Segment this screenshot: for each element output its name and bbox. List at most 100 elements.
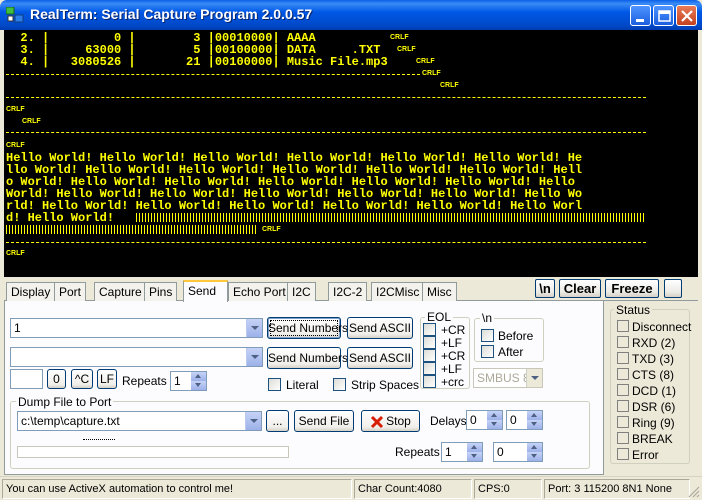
spin-up-icon[interactable] xyxy=(467,443,482,452)
chevron-down-icon[interactable] xyxy=(246,348,262,366)
crlf-marker: CRLF xyxy=(6,106,25,113)
ctrl-c-button[interactable]: ^C xyxy=(71,369,93,389)
smbus-select[interactable]: SMBUS 8 xyxy=(473,368,543,388)
send-ascii-button-1[interactable]: Send ASCII xyxy=(347,317,413,339)
crlf-marker: CRLF xyxy=(416,58,435,65)
resize-grip-icon[interactable] xyxy=(688,486,700,498)
app-icon xyxy=(6,7,24,23)
status-cts-label: CTS (8) xyxy=(632,368,674,382)
eol-lf-checkbox[interactable] xyxy=(423,336,436,349)
send-input-1[interactable]: 1 xyxy=(10,318,263,338)
eol-option: +CR xyxy=(441,323,466,337)
close-icon xyxy=(681,10,693,22)
before-label: Before xyxy=(498,329,534,343)
maximize-button[interactable] xyxy=(653,5,674,26)
tab-display[interactable]: Display xyxy=(6,282,56,301)
status-led xyxy=(617,432,629,444)
status-bar: You can use ActiveX automation to contro… xyxy=(0,476,702,500)
spin-down-icon[interactable] xyxy=(527,452,542,461)
newline-group-title: \n xyxy=(480,311,495,325)
status-dcd-label: DCD (1) xyxy=(632,384,676,398)
chevron-down-icon[interactable] xyxy=(526,369,542,387)
clear-button[interactable]: Clear xyxy=(559,279,601,298)
tab-pins[interactable]: Pins xyxy=(144,282,178,301)
spin-down-icon[interactable] xyxy=(487,420,502,429)
tab-i2c[interactable]: I2C xyxy=(287,282,316,301)
crlf-marker: CRLF xyxy=(440,82,459,89)
separator-line xyxy=(6,97,646,98)
minimize-button[interactable] xyxy=(630,5,651,26)
crlf-marker: CRLF xyxy=(397,46,416,53)
close-button[interactable] xyxy=(676,5,697,26)
after-checkbox[interactable] xyxy=(481,345,494,358)
newline-button[interactable]: \n xyxy=(535,279,555,298)
char-input[interactable] xyxy=(10,369,43,389)
tab-misc[interactable]: Misc xyxy=(422,282,457,301)
extra-button[interactable] xyxy=(664,279,682,298)
send-file-button[interactable]: Send File xyxy=(294,410,354,432)
send-ascii-button-2[interactable]: Send ASCII xyxy=(347,347,413,369)
tab-capture[interactable]: Capture xyxy=(94,282,147,301)
dump-repeats-value-1: 1 xyxy=(445,445,452,459)
eol-option: +CR xyxy=(441,349,466,363)
minimize-icon xyxy=(636,19,644,22)
delay-spinner-2[interactable]: 0 xyxy=(506,410,543,430)
cps-readout: CPS:0 xyxy=(474,479,542,499)
crlf-marker: CRLF xyxy=(22,118,41,125)
dump-progress-bar xyxy=(17,446,289,458)
delay-value-1: 0 xyxy=(470,413,477,427)
zero-button[interactable]: 0 xyxy=(47,369,66,389)
maximize-icon xyxy=(658,10,671,22)
status-led xyxy=(617,400,629,412)
spin-up-icon[interactable] xyxy=(487,411,502,420)
eol-cr2-checkbox[interactable] xyxy=(423,349,436,362)
status-led xyxy=(617,336,629,348)
send-numbers-button-2[interactable]: Send Numbers xyxy=(267,347,348,369)
crlf-marker: CRLF xyxy=(6,250,25,257)
spin-up-icon[interactable] xyxy=(527,443,542,452)
stop-icon xyxy=(370,415,384,429)
send-input-2[interactable] xyxy=(10,347,263,367)
port-info: Port: 3 115200 8N1 None xyxy=(544,479,690,499)
separator-line xyxy=(6,132,646,133)
crlf-marker: CRLF xyxy=(390,34,409,41)
dump-repeats-spinner-1[interactable]: 1 xyxy=(441,442,483,462)
char-count: Char Count:4080 xyxy=(354,479,472,499)
tab-port[interactable]: Port xyxy=(54,282,87,301)
spin-up-icon[interactable] xyxy=(191,372,206,381)
spin-up-icon[interactable] xyxy=(527,411,542,420)
before-checkbox[interactable] xyxy=(481,329,494,342)
eol-lf2-checkbox[interactable] xyxy=(423,362,436,375)
status-led xyxy=(617,352,629,364)
spin-down-icon[interactable] xyxy=(467,452,482,461)
browse-button[interactable]: ... xyxy=(266,410,289,432)
send-numbers-button-1[interactable]: Send Numbers xyxy=(267,317,348,339)
tab-i2c-2[interactable]: I2C-2 xyxy=(328,282,368,301)
dump-repeats-spinner-2[interactable]: 0 xyxy=(493,442,543,462)
terminal-display[interactable]: 2. | 0 | 3 |00010000| AAAA 3. | 63000 | … xyxy=(4,30,698,277)
delay-spinner-1[interactable]: 0 xyxy=(466,410,503,430)
spin-down-icon[interactable] xyxy=(191,381,206,390)
delay-value-2: 0 xyxy=(510,413,517,427)
repeats-spinner[interactable]: 1 xyxy=(170,371,207,391)
eol-crc-checkbox[interactable] xyxy=(423,375,436,388)
dump-file-path[interactable]: c:\temp\capture.txt xyxy=(17,411,262,431)
status-error-label: Error xyxy=(632,448,659,462)
spin-down-icon[interactable] xyxy=(527,420,542,429)
title-bar[interactable]: RealTerm: Serial Capture Program 2.0.0.5… xyxy=(0,0,702,30)
stop-button[interactable]: Stop xyxy=(361,410,420,432)
eol-cr-checkbox[interactable] xyxy=(423,323,436,336)
tab-echo-port[interactable]: Echo Port xyxy=(228,282,291,301)
literal-checkbox[interactable] xyxy=(268,378,281,391)
status-message: You can use ActiveX automation to contro… xyxy=(2,479,352,499)
status-dsr-label: DSR (6) xyxy=(632,400,676,414)
lf-button[interactable]: LF xyxy=(97,369,117,389)
strip-spaces-checkbox[interactable] xyxy=(333,378,346,391)
tab-send[interactable]: Send xyxy=(183,280,228,302)
crlf-marker: CRLF xyxy=(262,226,281,233)
dump-repeats-value-2: 0 xyxy=(497,445,504,459)
freeze-button[interactable]: Freeze xyxy=(605,279,659,298)
tab-i2cmisc[interactable]: I2CMisc xyxy=(371,282,425,301)
chevron-down-icon[interactable] xyxy=(246,319,262,337)
chevron-down-icon[interactable] xyxy=(245,412,261,430)
